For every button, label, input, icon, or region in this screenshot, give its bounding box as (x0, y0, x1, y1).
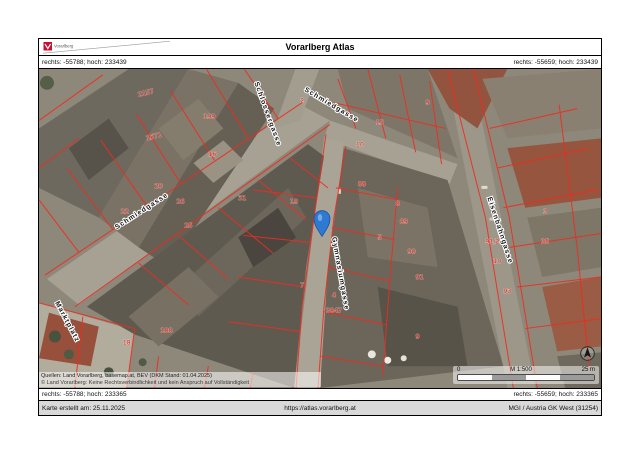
coordinates-top: rechts: -55788; hoch: 233439 rechts: -55… (39, 56, 601, 69)
location-marker-icon (314, 211, 330, 237)
north-arrow-icon (579, 345, 596, 362)
parcel-number: 16 (208, 151, 216, 158)
page-title: Vorarlberg Atlas (39, 39, 601, 55)
parcel-number: 26 (177, 199, 185, 206)
parcel-number: 1571 (145, 132, 162, 143)
parcel-number: 91 (416, 274, 424, 281)
print-page: Vorarlberg Vorarlberg Atlas rechts: -557… (0, 0, 640, 453)
atlas-url: https://atlas.vorarlberg.at (227, 405, 412, 412)
crs-label: MGI / Austria GK West (31254) (413, 405, 598, 412)
parcel-number: 10 (356, 141, 364, 148)
parcel-number: 9 (416, 333, 420, 340)
map-sheet: Vorarlberg Vorarlberg Atlas rechts: -557… (38, 38, 602, 416)
street-label: Schmiedgasse (303, 87, 360, 125)
parcel-number: 88 (358, 181, 366, 188)
parcel-number: 15 (376, 119, 384, 126)
coord-top-left: rechts: -55788; hoch: 233439 (42, 59, 127, 66)
parcel-number: 89 (400, 219, 408, 226)
parcel-number: 93 (503, 288, 511, 295)
parcel-number: 3 (543, 209, 547, 216)
footer: Karte erstellt am: 25.11.2025 https://at… (39, 400, 601, 415)
parcel-number: 25 (184, 223, 192, 230)
coord-bottom-left: rechts: -55788; hoch: 233365 (42, 391, 127, 398)
parcel-number: 91/2 (485, 238, 499, 245)
parcel-number: 4 (332, 292, 336, 299)
parcel-number: 199 (203, 114, 215, 121)
attribution-disclaimer: © Land Vorarlberg: Keine Rechtsverbindli… (41, 380, 319, 387)
parcel-number: 35 (541, 238, 549, 245)
parcel-number: 3847 (326, 308, 342, 315)
parcel-number: 90 (408, 248, 416, 255)
parcel-number: 19 (290, 199, 298, 206)
parcel-number: 20 (155, 183, 163, 190)
parcel-number: 18 (123, 339, 131, 346)
scale-track (457, 374, 595, 381)
attribution: Quellen: Land Vorarlberg, basemap.at, BE… (39, 372, 321, 387)
parcel-number: 10 (493, 258, 501, 265)
street-label: Gymnasiumgasse (330, 237, 350, 312)
created-date: Karte erstellt am: 25.11.2025 (42, 405, 227, 412)
scale-ratio: M 1:500 (510, 367, 532, 374)
header: Vorarlberg Vorarlberg Atlas (39, 39, 601, 56)
parcel-number: 22 (121, 209, 129, 216)
coord-bottom-right: rechts: -55659; hoch: 233365 (513, 391, 598, 398)
street-label: Marktplatz (53, 300, 81, 343)
coordinates-bottom: rechts: -55788; hoch: 233365 rechts: -55… (39, 388, 601, 400)
parcel-number: 9 (426, 100, 430, 107)
street-label: Schlossergasse (252, 81, 282, 147)
parcel-number: 8 (396, 201, 400, 208)
scale-zero: 0 (457, 367, 460, 374)
scale-bar: 0 M 1:500 25 m (453, 366, 599, 384)
parcel-number: 5 (378, 234, 382, 241)
parcel-number: 2157 (137, 88, 154, 99)
parcel-number: 188 (161, 328, 173, 335)
parcel-number: 31 (238, 195, 246, 202)
map-labels-layer: 2157199157116210159202622253119888895909… (39, 69, 601, 388)
street-label: Eisenbahngasse (485, 196, 513, 265)
parcel-number: 2 (300, 98, 304, 105)
map-image: 2157199157116210159202622253119888895909… (39, 69, 601, 388)
parcel-number: 7 (300, 282, 304, 289)
scale-max: 25 m (582, 367, 595, 374)
coord-top-right: rechts: -55659; hoch: 233439 (513, 59, 598, 66)
